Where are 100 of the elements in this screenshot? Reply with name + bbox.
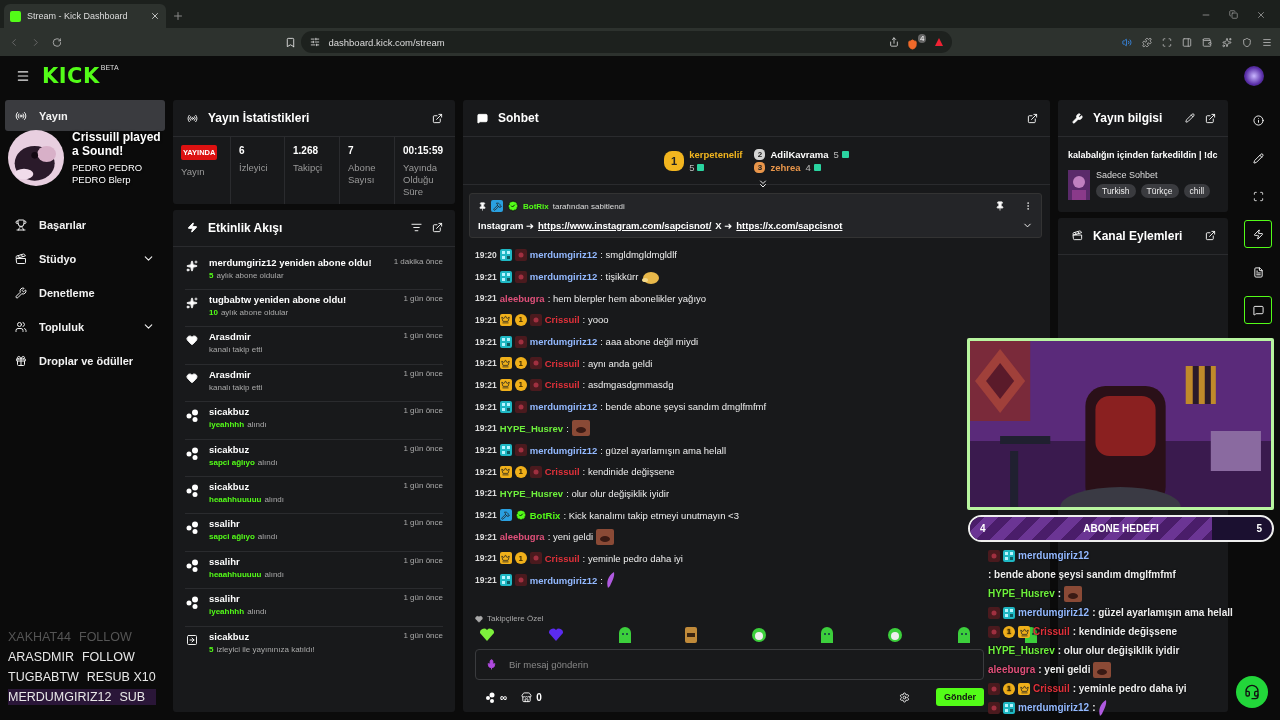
- channel-avatar[interactable]: [1244, 66, 1264, 86]
- username[interactable]: aleebugra: [499, 531, 545, 543]
- extensions-icon[interactable]: [1142, 36, 1153, 48]
- popout-icon[interactable]: [1205, 230, 1216, 242]
- site-settings-icon[interactable]: [310, 37, 321, 47]
- new-tab-icon[interactable]: [172, 10, 184, 22]
- sidebar-icon[interactable]: [1182, 36, 1193, 48]
- popout-icon[interactable]: [1027, 112, 1038, 124]
- bookmark-icon[interactable]: [285, 36, 297, 48]
- close-icon[interactable]: [1256, 10, 1266, 20]
- message-field[interactable]: Bir mesaj gönderin: [475, 649, 984, 680]
- sidebar-item[interactable]: Denetleme: [5, 277, 165, 308]
- blob-emote-icon[interactable]: [819, 627, 834, 643]
- event-title: ssalihr: [209, 555, 241, 567]
- gifter-name[interactable]: kerpetenelif: [689, 148, 743, 160]
- tag[interactable]: chill: [1183, 183, 1211, 198]
- event-highlight: 10: [209, 308, 218, 317]
- pencil-icon[interactable]: [1185, 113, 1195, 123]
- reload-icon[interactable]: [51, 36, 62, 48]
- pinned-link[interactable]: https://x.com/sapcisnot: [736, 220, 843, 231]
- message-text: : hem blerpler hem abonelikler yağıyo: [547, 292, 707, 304]
- message-time: 19:21: [475, 336, 497, 347]
- menu-icon[interactable]: [1262, 36, 1273, 48]
- toolbar-button[interactable]: [1244, 296, 1272, 324]
- sidebar-item[interactable]: Droplar ve ödüller: [5, 345, 165, 376]
- message-input[interactable]: Bir mesaj gönderin: [507, 658, 973, 671]
- triangle-icon[interactable]: [934, 37, 945, 47]
- event-detail: alındı: [247, 607, 267, 617]
- browser-tab[interactable]: Stream - Kick Dashboard: [4, 4, 166, 28]
- sidebar-item[interactable]: Stüdyo: [5, 243, 165, 274]
- username[interactable]: merdumgiriz12: [529, 271, 598, 283]
- username[interactable]: BotRix: [523, 201, 549, 211]
- store-count: 0: [536, 691, 542, 703]
- popout-icon[interactable]: [1205, 112, 1216, 124]
- tag[interactable]: Turkish: [1096, 183, 1136, 198]
- settings-icon[interactable]: [899, 691, 910, 703]
- screenshot-icon[interactable]: [1162, 36, 1173, 48]
- blob-emote-icon[interactable]: [956, 627, 971, 643]
- heart-emote-icon[interactable]: [479, 627, 495, 641]
- kick-logo[interactable]: KICK: [42, 64, 100, 88]
- blob-emote-icon[interactable]: [617, 627, 632, 643]
- username[interactable]: HYPE_Husrev: [499, 487, 564, 499]
- store-icon[interactable]: [521, 691, 533, 703]
- gifter-name[interactable]: zehrea: [770, 161, 801, 173]
- round-emote-icon[interactable]: [750, 627, 767, 643]
- support-button[interactable]: [1236, 676, 1268, 708]
- username[interactable]: Crissuil: [544, 357, 580, 369]
- message-time: 19:21: [475, 401, 497, 412]
- username[interactable]: HYPE_Husrev: [499, 422, 564, 434]
- shield-icon[interactable]: [1242, 36, 1253, 48]
- send-button[interactable]: Gönder: [936, 688, 984, 706]
- username[interactable]: Crissuil: [544, 314, 580, 326]
- username: HYPE_Husrev: [988, 587, 1055, 601]
- sidebar-item[interactable]: Başarılar: [5, 209, 165, 240]
- og-badge-icon: [499, 444, 512, 457]
- event-time: 1 gün önce: [403, 555, 443, 567]
- sparkles-icon[interactable]: [1222, 36, 1233, 48]
- round-emote-icon[interactable]: [887, 627, 904, 643]
- mic-icon[interactable]: [486, 659, 497, 670]
- message-time: 19:21: [475, 358, 497, 369]
- menu-icon[interactable]: [16, 69, 30, 83]
- username[interactable]: merdumgiriz12: [529, 444, 598, 456]
- speaker-icon[interactable]: [1122, 36, 1133, 48]
- toolbar-button[interactable]: [1244, 220, 1272, 248]
- popout-icon[interactable]: [432, 112, 443, 124]
- sidebar-item[interactable]: Topluluk: [5, 311, 165, 342]
- username[interactable]: aleebugra: [499, 292, 545, 304]
- username[interactable]: merdumgiriz12: [529, 249, 598, 261]
- category-name[interactable]: Sadece Sohbet: [1096, 169, 1211, 180]
- username[interactable]: Crissuil: [544, 552, 580, 564]
- shield-button[interactable]: 4: [907, 34, 927, 50]
- popout-icon[interactable]: [432, 222, 443, 234]
- sub-badge-icon: [514, 574, 527, 587]
- points-icon[interactable]: [485, 691, 496, 703]
- event-highlight: iyeahhhh: [209, 420, 245, 430]
- wallet-icon[interactable]: [1202, 36, 1213, 48]
- event-title: tugbabtw yeniden abone oldu!: [209, 294, 348, 305]
- filter-icon[interactable]: [411, 222, 422, 234]
- username[interactable]: merdumgiriz12: [529, 401, 598, 413]
- pinned-link[interactable]: https://www.instagram.com/sapcisnot/: [538, 220, 712, 231]
- gifter-name[interactable]: AdilKavrama: [770, 148, 829, 160]
- sub-badge-icon: [514, 248, 527, 261]
- broadcast-icon: [187, 112, 198, 124]
- sidebar-item[interactable]: Yayın: [5, 100, 165, 131]
- emote-icon: [641, 269, 660, 284]
- box-emote-icon[interactable]: [685, 627, 698, 643]
- share-icon[interactable]: [889, 37, 900, 47]
- pin-icon[interactable]: [995, 201, 1005, 211]
- message-text: : yooo: [582, 314, 609, 326]
- emote-icon: [1093, 662, 1112, 678]
- restore-icon[interactable]: [1229, 10, 1238, 19]
- username[interactable]: Crissuil: [544, 379, 580, 391]
- tag[interactable]: Türkçe: [1140, 183, 1179, 198]
- username[interactable]: merdumgiriz12: [529, 574, 598, 586]
- gift-icon: [841, 150, 849, 158]
- username[interactable]: BotRix: [529, 509, 561, 521]
- message-text: :: [1057, 587, 1062, 601]
- close-icon[interactable]: [150, 11, 160, 21]
- username[interactable]: Crissuil: [544, 466, 580, 478]
- username[interactable]: merdumgiriz12: [529, 336, 598, 348]
